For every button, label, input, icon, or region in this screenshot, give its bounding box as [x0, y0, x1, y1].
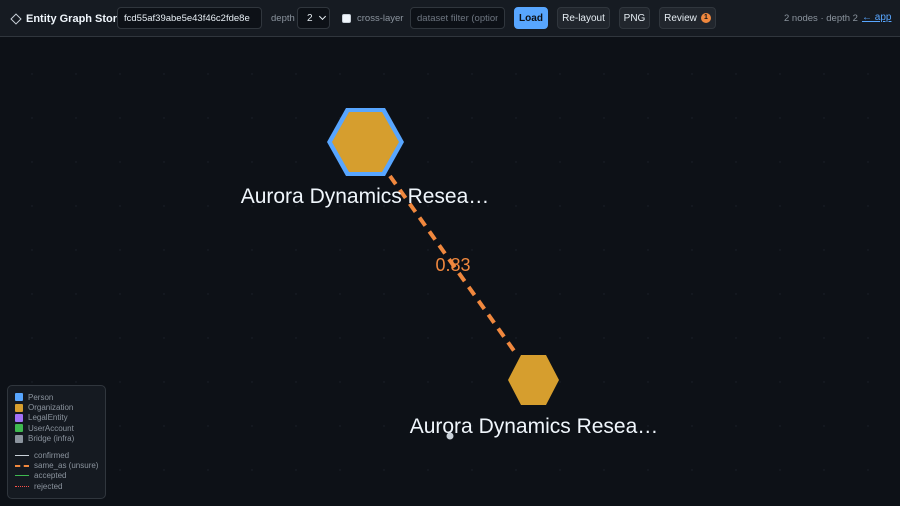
same-as-line — [15, 464, 29, 467]
organization-swatch — [15, 403, 23, 412]
legend-label: Bridge (infra) — [28, 434, 75, 444]
app-title: Entity Graph Store — [10, 11, 123, 27]
load-button[interactable]: Load — [514, 7, 548, 29]
legend-label: Person — [28, 392, 54, 402]
entity-id-input[interactable] — [117, 7, 262, 29]
review-button-label: Review — [664, 12, 697, 24]
legend-label: accepted — [34, 471, 67, 481]
legend-item-bridge: Bridge (infra) — [15, 434, 105, 444]
legend-label: rejected — [34, 481, 63, 491]
toolbar: Entity Graph Store depth 2 cross-layer L… — [0, 0, 900, 37]
app-title-text: Entity Graph Store — [26, 13, 124, 25]
graph-status: 2 nodes · depth 2 — [784, 13, 858, 24]
review-count-badge: 1 — [700, 13, 711, 23]
legal-entity-swatch — [15, 413, 23, 422]
relayout-button[interactable]: Re-layout — [557, 7, 610, 29]
legend-item-same-as: same_as (unsure) — [15, 460, 105, 470]
depth-select-value: 2 — [307, 12, 313, 24]
depth-label: depth — [271, 13, 295, 24]
legend-label: UserAccount — [28, 423, 74, 433]
cross-layer-checkbox[interactable] — [342, 14, 351, 23]
edge-score-label: 0.83 — [435, 255, 470, 275]
node-label-1: Aurora Dynamics Resea… — [241, 185, 490, 208]
diamond-icon — [10, 13, 22, 25]
legend-label: LegalEntity — [28, 413, 68, 423]
mouse-cursor-dot — [446, 432, 454, 440]
chevron-down-icon — [318, 12, 327, 21]
accepted-line — [15, 475, 29, 477]
bridge-swatch — [15, 434, 23, 443]
legend-item-organization: Organization — [15, 402, 105, 412]
graph-svg[interactable]: 0.83 Aurora Dynamics Resea… Aurora Dynam… — [0, 37, 900, 506]
legend-item-accepted: accepted — [15, 471, 105, 481]
legend-item-user-account: UserAccount — [15, 423, 105, 433]
cross-layer-label: cross-layer — [357, 13, 404, 24]
legend-item-confirmed: confirmed — [15, 450, 105, 460]
graph-legend: Person Organization LegalEntity UserAcco… — [7, 385, 106, 499]
legend-label: same_as (unsure) — [34, 461, 99, 471]
confirmed-line — [15, 454, 29, 456]
person-swatch — [15, 393, 23, 402]
legend-item-person: Person — [15, 392, 105, 402]
legend-item-rejected: rejected — [15, 481, 105, 491]
user-account-swatch — [15, 424, 23, 433]
legend-item-legal-entity: LegalEntity — [15, 413, 105, 423]
dataset-filter-input[interactable] — [410, 7, 505, 29]
png-export-button[interactable]: PNG — [619, 7, 650, 29]
graph-canvas[interactable]: 0.83 Aurora Dynamics Resea… Aurora Dynam… — [0, 37, 900, 506]
legend-label: confirmed — [34, 450, 70, 460]
legend-label: Organization — [28, 403, 74, 413]
depth-select[interactable]: 2 — [297, 7, 330, 29]
rejected-line — [15, 485, 29, 487]
back-to-app-link[interactable]: ← app — [862, 12, 891, 25]
review-button[interactable]: Review 1 — [659, 7, 716, 29]
